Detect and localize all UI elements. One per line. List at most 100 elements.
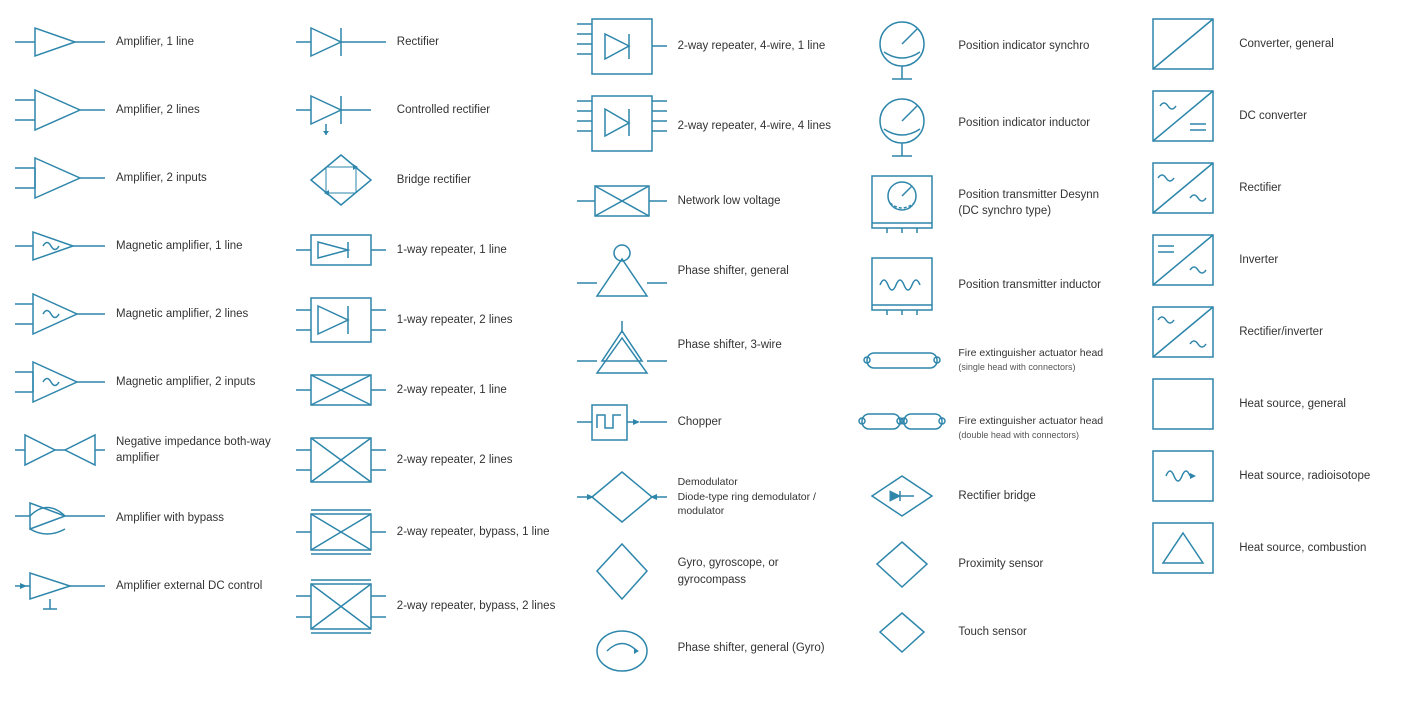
repeater2w1l-label: 2-way repeater, 1 line: [391, 382, 560, 398]
bridgerect-icon: [291, 150, 391, 210]
postransdesynn-label: Position transmitter Desynn (DC synchro …: [952, 187, 1121, 219]
fireexthead1-label: Fire extinguisher actuator head (single …: [952, 346, 1121, 373]
amp2inputs-label: Amplifier, 2 inputs: [110, 170, 279, 186]
phaseshift3w-label: Phase shifter, 3-wire: [672, 337, 841, 353]
list-item: Phase shifter, general (Gyro): [570, 610, 843, 687]
magamp2lines-icon: [10, 289, 110, 339]
amp2inputs-icon: [10, 153, 110, 203]
repeater4w4l-label: 2-way repeater, 4-wire, 4 lines: [672, 118, 841, 134]
column-4: Position indicator synchro Position indi…: [846, 8, 1127, 687]
chopper-icon: [572, 390, 672, 455]
list-item: Chopper: [570, 384, 843, 461]
list-item: Network low voltage: [570, 167, 843, 235]
list-item: 2-way repeater, 4-wire, 4 lines: [570, 85, 843, 167]
inverter-icon: [1133, 230, 1233, 290]
networklv-label: Network low voltage: [672, 193, 841, 209]
demodulator-label: Demodulator Diode-type ring demodulator …: [672, 475, 841, 519]
posindinductor-label: Position indicator inductor: [952, 115, 1121, 131]
list-item: Proximity sensor: [850, 530, 1123, 598]
rectbridge-icon: [852, 471, 952, 521]
list-item: Rectifier: [289, 8, 562, 76]
fireexthead2-icon: [852, 406, 952, 451]
ampextdc-icon: [10, 561, 110, 611]
repeater2w1l-icon: [291, 365, 391, 415]
rectifier5-icon: [1133, 158, 1233, 218]
proxsensor-label: Proximity sensor: [952, 556, 1121, 572]
amp2lines-label: Amplifier, 2 lines: [110, 102, 279, 118]
posindsynchro-label: Position indicator synchro: [952, 38, 1121, 54]
amp2lines-icon: [10, 85, 110, 135]
list-item: Rectifier bridge: [850, 462, 1123, 530]
heatsourcecomb-label: Heat source, combustion: [1233, 540, 1402, 556]
negimpedance-icon: [10, 425, 110, 475]
heatsourceradio-label: Heat source, radioisotope: [1233, 468, 1402, 484]
phaseshiftgen-label: Phase shifter, general: [672, 263, 841, 279]
postransinductor-label: Position transmitter inductor: [952, 277, 1121, 293]
repeater1w2l-icon: [291, 290, 391, 350]
posindsynchro-icon: [852, 14, 952, 79]
list-item: Phase shifter, 3-wire: [570, 307, 843, 384]
list-item: Rectifier/inverter: [1131, 296, 1404, 368]
rectifier-label: Rectifier: [391, 34, 560, 50]
repeater2wbypass2l-label: 2-way repeater, bypass, 2 lines: [391, 598, 560, 614]
amp1line-icon: [10, 22, 110, 62]
list-item: Heat source, radioisotope: [1131, 440, 1404, 512]
repeater2wbypass1l-icon: [291, 502, 391, 562]
list-item: Phase shifter, general: [570, 235, 843, 307]
list-item: Controlled rectifier: [289, 76, 562, 144]
list-item: 1-way repeater, 2 lines: [289, 284, 562, 356]
rectifier5-label: Rectifier: [1233, 180, 1402, 196]
list-item: Fire extinguisher actuator head (double …: [850, 394, 1123, 462]
list-item: 2-way repeater, bypass, 1 line: [289, 496, 562, 568]
inverter-label: Inverter: [1233, 252, 1402, 268]
list-item: Negative impedance both-way amplifier: [8, 416, 281, 484]
list-item: Converter, general: [1131, 8, 1404, 80]
list-item: Amplifier, 2 lines: [8, 76, 281, 144]
rectifier-icon: [291, 22, 391, 62]
column-1: Amplifier, 1 line Amplifier, 2 lines: [4, 8, 285, 687]
repeater1w2l-label: 1-way repeater, 2 lines: [391, 312, 560, 328]
list-item: Inverter: [1131, 224, 1404, 296]
ampextdc-label: Amplifier external DC control: [110, 578, 279, 594]
list-item: Bridge rectifier: [289, 144, 562, 216]
fireexthead1-icon: [852, 343, 952, 378]
repeater2wbypass1l-label: 2-way repeater, bypass, 1 line: [391, 524, 560, 540]
rectinverter-label: Rectifier/inverter: [1233, 324, 1402, 340]
repeater2w2l-label: 2-way repeater, 2 lines: [391, 452, 560, 468]
dcconverter-icon: [1133, 86, 1233, 146]
touchsensor-icon: [852, 605, 952, 660]
rectbridge-label: Rectifier bridge: [952, 488, 1121, 504]
column-2: Rectifier Controlled rectifier: [285, 8, 566, 687]
repeater2wbypass2l-icon: [291, 574, 391, 639]
postransinductor-icon: [852, 250, 952, 320]
list-item: 2-way repeater, 4-wire, 1 line: [570, 8, 843, 85]
list-item: Amplifier external DC control: [8, 552, 281, 620]
phaseshiftgen-icon: [572, 241, 672, 301]
negimpedance-label: Negative impedance both-way amplifier: [110, 434, 279, 466]
postransdesynn-icon: [852, 168, 952, 238]
ampbypass-label: Amplifier with bypass: [110, 510, 279, 526]
networklv-icon: [572, 176, 672, 226]
bridgerect-label: Bridge rectifier: [391, 172, 560, 188]
fireexthead2-label: Fire extinguisher actuator head (double …: [952, 414, 1121, 441]
list-item: Demodulator Diode-type ring demodulator …: [570, 461, 843, 533]
magamp2lines-label: Magnetic amplifier, 2 lines: [110, 306, 279, 322]
repeater4w1l-icon: [572, 14, 672, 79]
magamp1line-icon: [10, 226, 110, 266]
phaseshiftgyro-icon: [572, 616, 672, 681]
proxsensor-icon: [852, 537, 952, 592]
repeater2w2l-icon: [291, 430, 391, 490]
list-item: 2-way repeater, 1 line: [289, 356, 562, 424]
list-item: Position indicator inductor: [850, 85, 1123, 162]
controlrect-label: Controlled rectifier: [391, 102, 560, 118]
list-item: Amplifier with bypass: [8, 484, 281, 552]
touchsensor-label: Touch sensor: [952, 624, 1121, 640]
main-page: Amplifier, 1 line Amplifier, 2 lines: [0, 0, 1412, 695]
dcconverter-label: DC converter: [1233, 108, 1402, 124]
rectinverter-icon: [1133, 302, 1233, 362]
list-item: Position transmitter Desynn (DC synchro …: [850, 162, 1123, 244]
heatsourcegen-label: Heat source, general: [1233, 396, 1402, 412]
heatsourcecomb-icon: [1133, 518, 1233, 578]
repeater4w1l-label: 2-way repeater, 4-wire, 1 line: [672, 38, 841, 54]
heatsourcegen-icon: [1133, 374, 1233, 434]
